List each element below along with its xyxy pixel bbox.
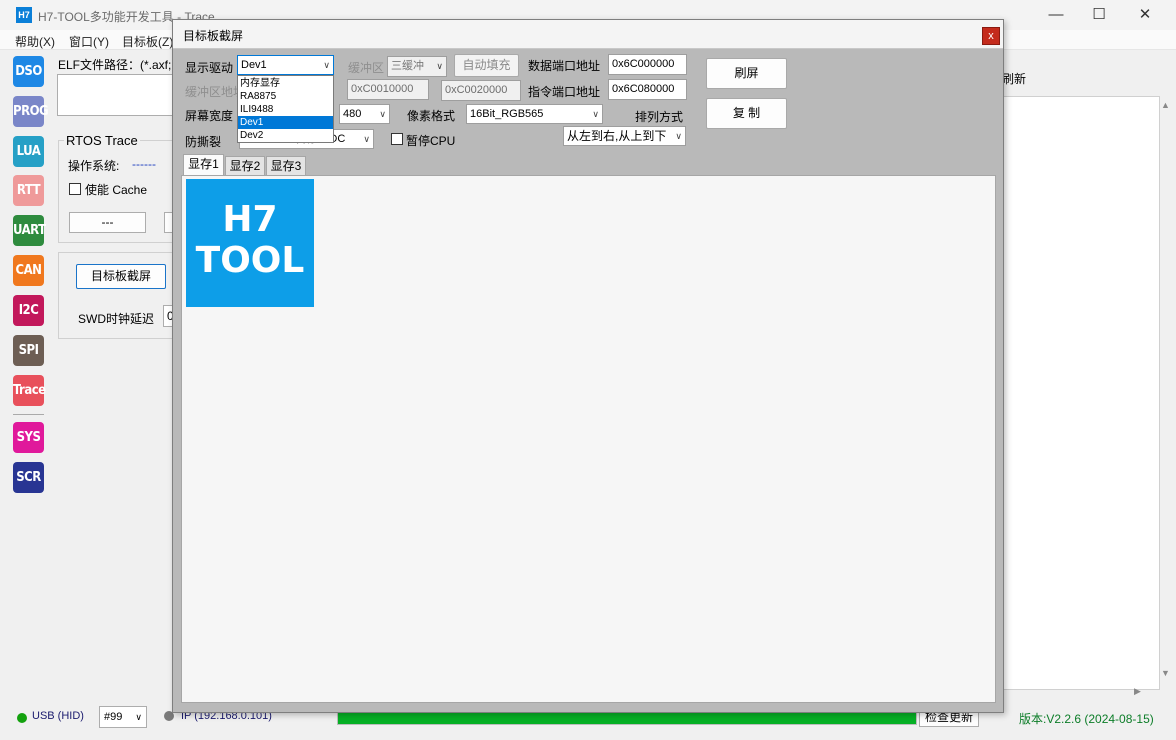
- refresh-label: 刷新: [1002, 72, 1027, 86]
- menu-help[interactable]: 帮助(X): [15, 33, 55, 50]
- i2c-tool-button[interactable]: I2C: [13, 295, 44, 326]
- chevron-down-icon: ∨: [135, 712, 142, 722]
- scr-tool-button[interactable]: SCR: [13, 462, 44, 493]
- buffer-address-2-input[interactable]: 0xC0020000: [441, 80, 521, 101]
- right-panel: 刷新 ▲ ▼ ▶: [1002, 50, 1176, 706]
- driver-option-memory[interactable]: 内存显存: [238, 77, 333, 90]
- dialog-close-button[interactable]: x: [982, 27, 1000, 45]
- dialog-title: 目标板截屏: [183, 29, 244, 43]
- pixel-format-select[interactable]: 16Bit_RGB565 ∨: [466, 104, 603, 124]
- dialog-titlebar: 目标板截屏 x: [173, 20, 1003, 49]
- pause-cpu-label: 暂停CPU: [406, 134, 456, 148]
- screenshot-dialog: 目标板截屏 x 显示驱动 Dev1 ∨ 缓冲区 三缓冲 ∨ 自动填充 数据端口地…: [172, 19, 1004, 713]
- chevron-down-icon: ∨: [363, 134, 370, 144]
- elf-path-input[interactable]: [57, 74, 180, 116]
- os-value: ------: [132, 157, 156, 171]
- screen-height-select[interactable]: 480 ∨: [339, 104, 390, 124]
- usb-status-icon: [17, 713, 27, 723]
- display-driver-value: Dev1: [241, 59, 267, 71]
- buffer-label: 缓冲区: [348, 61, 385, 75]
- prog-tool-button[interactable]: PROG: [13, 96, 49, 127]
- tab-framebuffer-2[interactable]: 显存2: [225, 156, 265, 177]
- anti-tear-label: 防撕裂: [185, 135, 222, 149]
- screen-height-value: 480: [343, 108, 362, 120]
- buffer-select[interactable]: 三缓冲 ∨: [387, 56, 447, 77]
- progress-fill: [338, 712, 916, 724]
- order-label: 排列方式: [635, 110, 684, 124]
- rtos-trace-group-title: RTOS Trace: [64, 133, 140, 148]
- order-select[interactable]: 从左到右,从上到下 ∨: [563, 126, 686, 146]
- buffer-address-1-input[interactable]: 0xC0010000: [347, 79, 429, 100]
- os-label: 操作系统:: [68, 159, 120, 173]
- usb-status-label: USB (HID): [32, 710, 84, 722]
- can-tool-button[interactable]: CAN: [13, 255, 44, 286]
- chevron-down-icon: ∨: [675, 131, 682, 141]
- h7-tool-logo: H7 TOOL: [186, 179, 314, 307]
- copy-button[interactable]: 复 制: [706, 98, 787, 129]
- data-port-input[interactable]: 0x6C000000: [608, 54, 687, 75]
- tool-sidebar: DSO PROG LUA RTT UART CAN I2C SPI Trace …: [8, 50, 49, 706]
- cmd-port-input[interactable]: 0x6C080000: [608, 79, 687, 100]
- chevron-down-icon: ∨: [323, 60, 330, 70]
- menu-window[interactable]: 窗口(Y): [69, 33, 109, 50]
- auto-fill-button[interactable]: 自动填充: [454, 54, 519, 77]
- refresh-screen-button[interactable]: 刷屏: [706, 58, 787, 89]
- driver-option-dev1[interactable]: Dev1: [238, 116, 333, 129]
- scroll-down-icon[interactable]: ▼: [1161, 668, 1170, 678]
- close-button[interactable]: ✕: [1133, 4, 1157, 26]
- spi-tool-button[interactable]: SPI: [13, 335, 44, 366]
- elf-path-label: ELF文件路径：(*.axf;: [58, 58, 172, 72]
- device-select[interactable]: #99 ∨: [99, 706, 147, 728]
- scroll-right-icon[interactable]: ▶: [1134, 686, 1141, 697]
- trace-tool-button[interactable]: Trace: [13, 375, 46, 406]
- screen-width-label: 屏幕宽度: [185, 109, 234, 123]
- dso-tool-button[interactable]: DSO: [13, 56, 44, 87]
- cache-label: 使能 Cache: [85, 183, 148, 197]
- display-driver-dropdown: 内存显存 RA8875 ILI9488 Dev1 Dev2: [237, 75, 334, 143]
- minimize-button[interactable]: —: [1044, 4, 1068, 26]
- trace-log-area[interactable]: [1002, 96, 1160, 690]
- pause-cpu-checkbox[interactable]: [391, 133, 403, 145]
- tab-framebuffer-3[interactable]: 显存3: [266, 156, 306, 177]
- pixel-format-value: 16Bit_RGB565: [470, 108, 544, 120]
- chevron-down-icon: ∨: [379, 109, 386, 119]
- driver-option-dev2[interactable]: Dev2: [238, 129, 333, 142]
- cache-checkbox[interactable]: [69, 183, 81, 195]
- buffer-address-label: 缓冲区地址: [185, 85, 246, 99]
- driver-option-ili9488[interactable]: ILI9488: [238, 103, 333, 116]
- sys-tool-button[interactable]: SYS: [13, 422, 44, 453]
- data-port-label: 数据端口地址: [528, 59, 601, 73]
- pixel-format-label: 像素格式: [407, 109, 456, 123]
- device-select-value: #99: [104, 711, 123, 723]
- app-icon: H7: [16, 7, 32, 23]
- display-driver-select[interactable]: Dev1 ∨: [237, 55, 334, 75]
- lua-tool-button[interactable]: LUA: [13, 136, 44, 167]
- buffer-value: 三缓冲: [391, 60, 424, 72]
- display-driver-label: 显示驱动: [185, 61, 234, 75]
- progress-bar: [337, 711, 917, 725]
- order-value: 从左到右,从上到下: [567, 129, 667, 143]
- rtt-tool-button[interactable]: RTT: [13, 175, 44, 206]
- tab-framebuffer-1[interactable]: 显存1: [183, 154, 224, 177]
- logo-line-2: TOOL: [195, 240, 305, 281]
- chevron-down-icon: ∨: [592, 109, 599, 119]
- target-capture-button[interactable]: 目标板截屏: [76, 264, 166, 289]
- log-vertical-scrollbar[interactable]: [1160, 96, 1176, 690]
- uart-tool-button[interactable]: UART: [13, 215, 46, 246]
- cmd-port-label: 指令端口地址: [528, 85, 601, 99]
- chevron-down-icon: ∨: [436, 61, 443, 71]
- menu-target-board[interactable]: 目标板(Z): [122, 33, 173, 50]
- toolbar-divider: [13, 414, 44, 415]
- driver-option-ra8875[interactable]: RA8875: [238, 90, 333, 103]
- scroll-up-icon[interactable]: ▲: [1161, 100, 1170, 110]
- left-panel: ELF文件路径：(*.axf; RTOS Trace 操作系统: ------ …: [50, 50, 180, 706]
- logo-line-1: H7: [222, 199, 278, 240]
- dash-button[interactable]: ---: [69, 212, 146, 233]
- framebuffer-view: H7 TOOL: [181, 175, 996, 703]
- version-label: 版本:V2.2.6 (2024-08-15): [1019, 712, 1154, 726]
- maximize-button[interactable]: ☐: [1087, 4, 1111, 26]
- swd-delay-label: SWD时钟延迟: [78, 312, 154, 326]
